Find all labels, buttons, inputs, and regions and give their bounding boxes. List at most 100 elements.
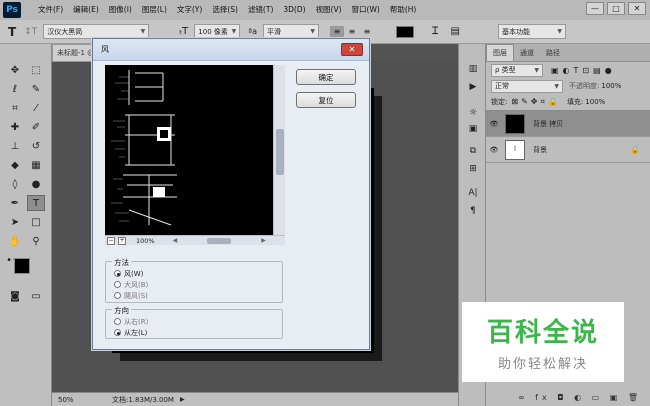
menu-type[interactable]: 文字(Y) [172,0,207,20]
menu-3d[interactable]: 3D(D) [278,0,310,20]
clone-stamp-tool-icon[interactable]: ⊥ [6,138,24,154]
align-center-icon[interactable]: ≡ [345,26,359,38]
scroll-left-icon[interactable]: ◀ [173,237,178,244]
hand-tool-icon[interactable]: ✋ [6,233,24,249]
layers-bottom-toolbar[interactable]: ∞ fx ◘ ◐ ▭ ▣ 🗑 [486,388,650,406]
close-window-button[interactable]: ✕ [628,2,646,15]
layer-background-copy[interactable]: 👁 背景 拷贝 [486,111,650,137]
move-tool-icon[interactable]: ✥ [6,62,24,78]
method-stagger-radio[interactable]: 飓风(S) [114,290,282,301]
eyedropper-tool-icon[interactable]: ⁄ [27,100,45,116]
preview-vertical-scrollbar[interactable] [273,65,285,235]
layer-background[interactable]: 👁 ǐ 背景 🔒 [486,137,650,163]
menu-help[interactable]: 帮助(H) [385,0,422,20]
workspace-select[interactable]: 基本功能 ▼ [498,24,566,39]
warp-text-icon[interactable]: Ꮖ [432,26,439,37]
type-tool-icon[interactable]: T [27,195,45,211]
align-left-icon[interactable]: ≡ [329,25,344,38]
screen-mode-icon[interactable]: ▭ [27,288,45,304]
styles-panel-icon[interactable]: ⊞ [464,162,482,176]
quick-mask-icon[interactable]: ◙ [6,288,24,304]
lock-icons[interactable]: ⊠✎✥⌗🔒 [511,97,561,107]
blur-tool-icon[interactable]: ◊ [6,176,24,192]
method-wind-radio[interactable]: 风(W) [114,268,282,279]
watermark: 百科全说 助你轻松解决 [462,302,624,382]
text-color-swatch[interactable] [395,25,414,38]
eraser-tool-icon[interactable]: ◆ [6,157,24,173]
restore-button[interactable]: □ [607,2,625,15]
reset-button[interactable]: 复位 [296,92,356,108]
layer-thumbnail: ǐ [505,139,525,160]
scroll-thumb[interactable] [276,129,284,175]
opacity-value[interactable]: 100% [601,82,621,90]
character-panel-icon[interactable]: ▤ [451,26,460,37]
quick-select-tool-icon[interactable]: ✎ [27,81,45,97]
fill-label: 填充: [566,98,584,106]
pen-tool-icon[interactable]: ✒ [6,195,24,211]
method-blast-radio[interactable]: 大风(B) [114,279,282,290]
actions-panel-icon[interactable]: ▶ [464,80,482,94]
align-right-icon[interactable]: ≡ [360,26,374,38]
clone-source-panel-icon[interactable]: ⧉ [464,144,482,158]
path-select-tool-icon[interactable]: ➤ [6,214,24,230]
menu-view[interactable]: 视图(V) [311,0,347,20]
history-brush-tool-icon[interactable]: ↺ [27,138,45,154]
brush-tool-icon[interactable]: ✐ [27,119,45,135]
text-orientation-icon[interactable]: ↕T [24,27,37,37]
gradient-tool-icon[interactable]: ▦ [27,157,45,173]
tab-channels[interactable]: 通道 [514,45,540,61]
radio-indicator [114,329,121,336]
menu-filter[interactable]: 滤镜(T) [243,0,278,20]
font-size-select[interactable]: 100 像素 ▼ [194,24,241,39]
dialog-close-button[interactable]: ✕ [341,43,363,56]
ok-button[interactable]: 确定 [296,69,356,85]
minimize-button[interactable]: — [586,2,604,15]
tab-layers[interactable]: 图层 [486,44,514,61]
character-panel-icon[interactable]: A| [464,186,482,200]
direction-right-radio[interactable]: 从右(R) [114,316,282,327]
dialog-titlebar: 风 [93,39,369,61]
text-tool-preset-icon[interactable]: T [8,25,16,39]
menu-window[interactable]: 窗口(W) [347,0,385,20]
adjustments-panel-icon[interactable]: ☼ [464,106,482,120]
paragraph-panel-icon[interactable]: ¶ [464,204,482,218]
zoom-in-button[interactable]: + [118,236,126,245]
menu-file[interactable]: 文件(F) [33,0,68,20]
zoom-level[interactable]: 50% [58,396,108,404]
menu-layer[interactable]: 图层(L) [137,0,172,20]
font-family-select[interactable]: 汉仪大黑简 ▼ [43,24,150,39]
tools-panel: ✥ ⬚ ℓ ✎ ⌗ ⁄ ✚ ✐ ⊥ ↺ ◆ ▦ ◊ ● ✒ T ➤ □ ✋ ⚲ … [0,44,52,406]
menu-select[interactable]: 选择(S) [207,0,243,20]
method-group: 方法 风(W) 大风(B) 飓风(S) [105,257,283,303]
lock-icon: 🔒 [630,145,640,154]
blend-mode-select[interactable]: 正常 ▼ [491,79,563,93]
rectangle-tool-icon[interactable]: □ [27,214,45,230]
antialias-icon: ªa [248,27,257,36]
watermark-title: 百科全说 [486,318,599,348]
foreground-color-swatch[interactable] [14,258,30,274]
healing-brush-tool-icon[interactable]: ✚ [6,119,24,135]
menu-edit[interactable]: 编辑(E) [68,0,104,20]
zoom-tool-icon[interactable]: ⚲ [27,233,45,249]
crop-tool-icon[interactable]: ⌗ [6,100,24,116]
direction-left-radio[interactable]: 从左(L) [114,327,282,338]
history-panel-icon[interactable]: ▥ [464,62,482,76]
filter-icons[interactable]: ▣◐T⊡▤● [551,66,616,75]
zoom-out-button[interactable]: − [107,236,115,245]
filter-preview[interactable] [105,65,285,235]
status-arrow-icon[interactable]: ▶ [180,396,185,403]
antialias-select[interactable]: 平滑 ▼ [262,24,319,39]
eye-icon[interactable]: 👁 [486,146,502,154]
marquee-tool-icon[interactable]: ⬚ [27,62,45,78]
tab-paths[interactable]: 路径 [540,45,566,61]
lasso-tool-icon[interactable]: ℓ [6,81,24,97]
properties-panel-icon[interactable]: ▣ [464,122,482,136]
fill-value[interactable]: 100% [585,98,605,106]
chevron-down-icon: ▼ [554,82,559,90]
horizontal-scroll-thumb[interactable] [207,237,232,244]
layer-filter-select[interactable]: ρ 类型 ▼ [491,63,543,77]
eye-icon[interactable]: 👁 [486,120,502,128]
menu-image[interactable]: 图像(I) [104,0,137,20]
dodge-tool-icon[interactable]: ● [27,176,45,192]
scroll-right-icon[interactable]: ▶ [261,237,266,244]
